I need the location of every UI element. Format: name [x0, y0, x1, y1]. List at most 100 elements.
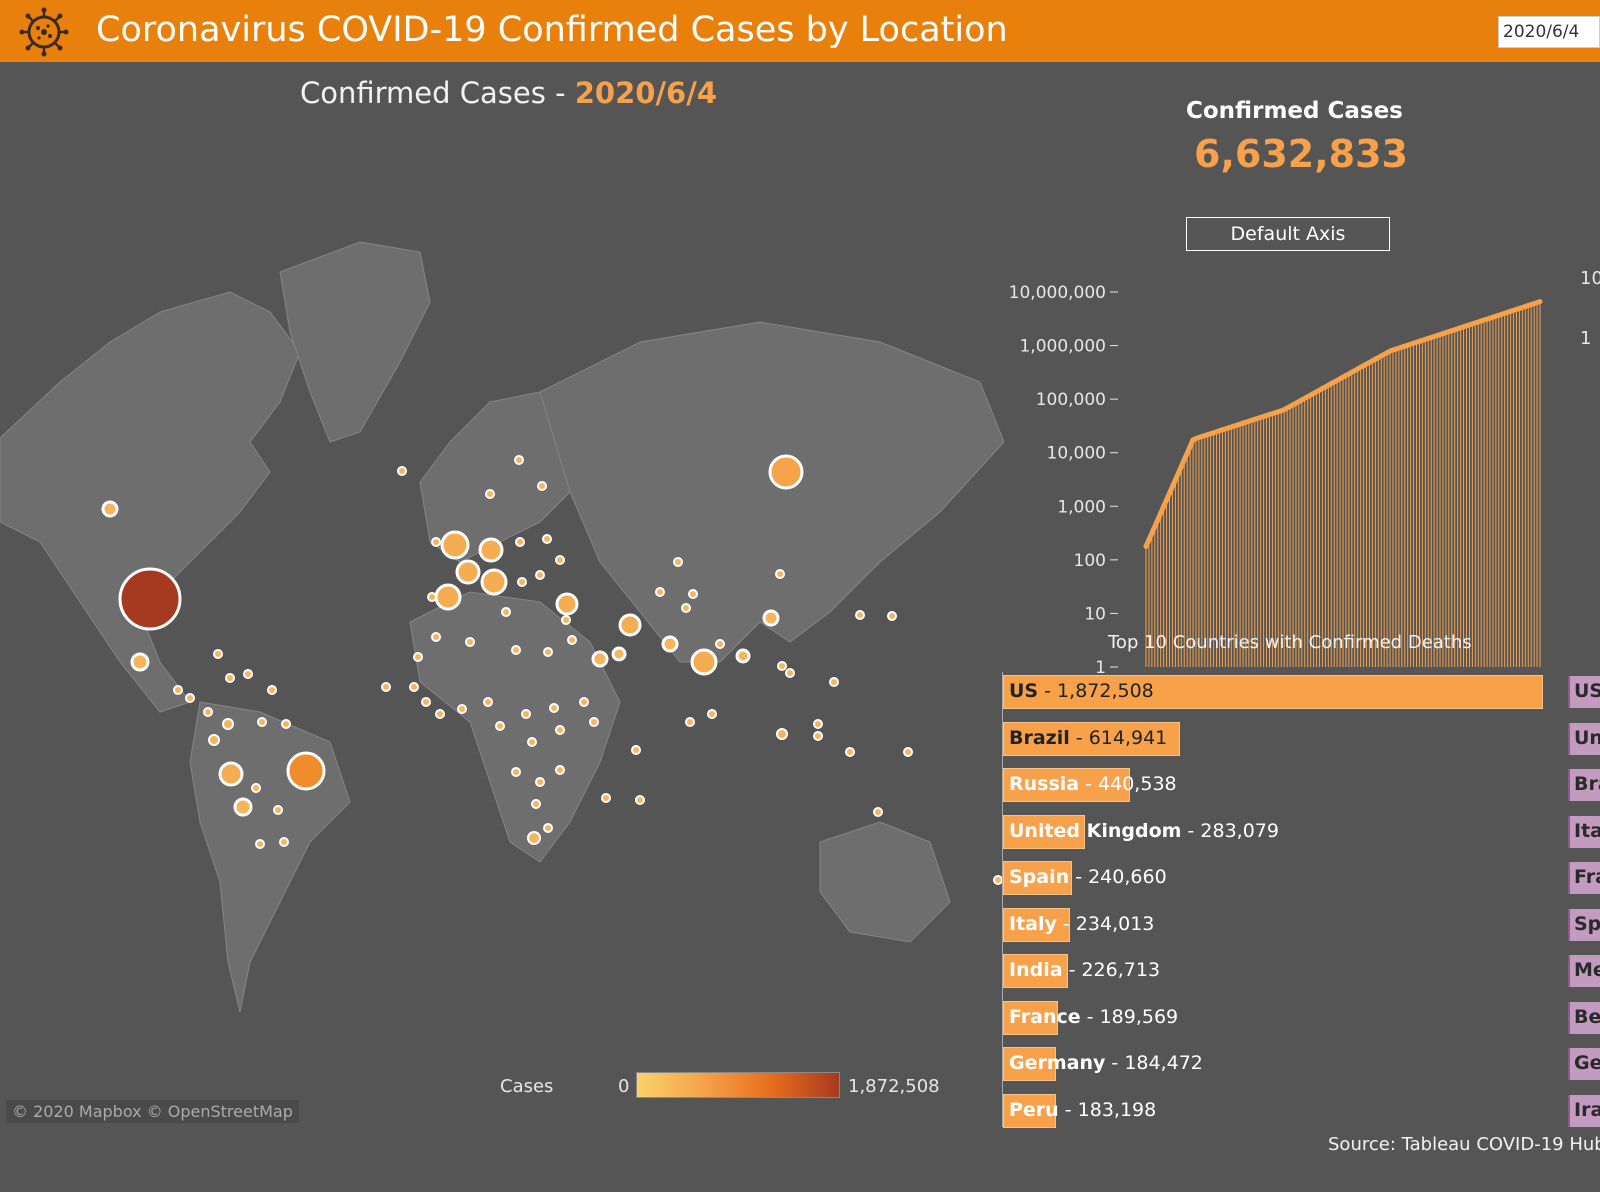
bar-label: Peru - 183,198: [1009, 1099, 1156, 1121]
bar-row[interactable]: India - 226,713: [1003, 954, 1563, 988]
bubble-peru: [218, 761, 244, 787]
bar-label: Italy - 234,013: [1009, 913, 1154, 935]
bar-country: Peru: [1009, 1098, 1059, 1121]
deaths-bar-label: Un: [1574, 726, 1600, 749]
bar-value: - 440,538: [1079, 773, 1177, 795]
app-title: Coronavirus COVID-19 Confirmed Cases by …: [96, 10, 1008, 50]
bar-row[interactable]: Spain - 240,660: [1003, 861, 1563, 895]
bar-row[interactable]: US - 1,872,508: [1003, 675, 1563, 709]
deaths-bar[interactable]: Be: [1568, 1001, 1600, 1034]
y-tick-label: 100,000: [1036, 390, 1106, 410]
bubble-iran: [618, 613, 642, 637]
header-bar: Coronavirus COVID-19 Confirmed Cases by …: [0, 0, 1600, 62]
map-attribution[interactable]: © 2020 Mapbox © OpenStreetMap: [6, 1100, 299, 1123]
curve-stems: [1145, 301, 1541, 667]
bar-row[interactable]: United Kingdom - 283,079: [1003, 814, 1563, 849]
side-tick-upper: 10: [1580, 268, 1600, 289]
deaths-bar[interactable]: Ita: [1568, 815, 1600, 848]
bar-country: France: [1009, 1005, 1081, 1028]
bubble-china: [762, 609, 780, 627]
north-america-landmass: [0, 291, 301, 713]
bubble-spain: [434, 583, 462, 611]
bar-row[interactable]: Russia - 440,538: [1003, 768, 1563, 802]
map-title: Confirmed Cases - 2020/6/4: [300, 76, 717, 110]
deaths-bar-label: Bra: [1574, 773, 1600, 795]
bar-country: India: [1009, 959, 1063, 981]
bar-value: - 240,660: [1069, 866, 1167, 888]
bar-country: Germany: [1009, 1052, 1106, 1074]
bar-value: - 183,198: [1058, 1098, 1157, 1121]
greenland-landmass: [279, 241, 431, 443]
bubble-france: [455, 559, 481, 585]
bar-label: India - 226,713: [1009, 959, 1160, 981]
bar-label: Spain - 240,660: [1009, 866, 1167, 888]
world-map[interactable]: [0, 142, 1004, 1022]
bar-value: - 226,713: [1062, 959, 1161, 981]
bar-row[interactable]: Brazil - 614,941: [1003, 721, 1563, 756]
bubble-canada: [101, 500, 119, 518]
bar-row[interactable]: France - 189,569: [1003, 1000, 1563, 1035]
bubble-germany: [478, 537, 504, 563]
bubble-qatar: [611, 646, 627, 662]
bar-value: - 234,013: [1056, 912, 1155, 935]
y-tick-label: 1,000: [1057, 497, 1106, 517]
bar-country: Russia: [1009, 773, 1080, 795]
top-countries-title: Top 10 Countries with Confirmed Deaths: [1108, 632, 1472, 653]
bar-label: Brazil - 614,941: [1009, 727, 1167, 749]
deaths-bar-label: Ge: [1574, 1052, 1600, 1074]
bubble-india: [690, 648, 718, 676]
bar-label: United Kingdom - 283,079: [1009, 820, 1279, 842]
y-tick-label: 10,000,000: [1009, 283, 1106, 303]
y-tick-label: 100: [1074, 551, 1106, 571]
deaths-bar[interactable]: Ira: [1568, 1094, 1600, 1127]
side-tick-lower: 1: [1580, 328, 1592, 349]
deaths-bar[interactable]: Un: [1568, 722, 1600, 755]
y-axis-ticks: 10,000,000 1,000,000 100,000 10,000 1,000 100…: [1009, 283, 1118, 678]
virus-icon: [19, 7, 69, 57]
legend-label: Cases: [500, 1076, 554, 1097]
bar-value: - 189,569: [1080, 1005, 1179, 1028]
bubble-brazil: [286, 751, 326, 791]
bar-label: Russia - 440,538: [1009, 773, 1177, 795]
bubble-pakistan: [661, 635, 679, 653]
deaths-bar[interactable]: Bra: [1568, 769, 1600, 801]
deaths-bar-label: Fra: [1574, 866, 1600, 888]
kpi-value: 6,632,833: [1194, 132, 1408, 176]
deaths-bar[interactable]: Fra: [1568, 862, 1600, 894]
bubble-russia: [768, 454, 804, 490]
bar-country: Spain: [1009, 866, 1070, 888]
legend-min: 0: [618, 1076, 630, 1097]
bar-value: - 184,472: [1105, 1052, 1203, 1074]
cumulative-cases-chart[interactable]: 10,000,000 1,000,000 100,000 10,000 1,000 100…: [1000, 202, 1560, 682]
deaths-bar-label: Be: [1574, 1005, 1600, 1028]
bubble-uk: [440, 530, 470, 560]
dashboard: Confirmed Cases - 2020/6/4 Cases 0 1,872…: [0, 62, 1600, 1192]
deaths-bar[interactable]: US: [1568, 676, 1600, 708]
y-tick-label: 1,000,000: [1019, 337, 1106, 357]
bubble-italy: [480, 568, 508, 596]
bubble-mexico: [130, 652, 150, 672]
date-filter-input[interactable]: [1498, 16, 1600, 48]
kpi-label: Confirmed Cases: [1186, 98, 1403, 124]
bar-value: - 283,079: [1181, 819, 1279, 842]
bar-country: Italy: [1009, 912, 1057, 935]
legend-max: 1,872,508: [848, 1076, 940, 1097]
deaths-bar[interactable]: Ge: [1568, 1048, 1600, 1080]
bar-row[interactable]: Germany - 184,472: [1003, 1047, 1563, 1081]
deaths-bar-label: Me: [1574, 959, 1600, 981]
bar-country: US: [1009, 680, 1039, 702]
deaths-bar[interactable]: Sp: [1568, 908, 1600, 941]
bar-label: Germany - 184,472: [1009, 1052, 1203, 1074]
source-note: Source: Tableau COVID-19 Hub: [1328, 1134, 1600, 1155]
map-title-prefix: Confirmed Cases -: [300, 76, 575, 110]
bar-row[interactable]: Italy - 234,013: [1003, 907, 1563, 942]
bubble-us: [118, 567, 182, 631]
bubble-saudi: [591, 650, 609, 668]
bar-country: United Kingdom: [1009, 819, 1182, 842]
deaths-bar-label: Sp: [1574, 912, 1600, 935]
deaths-column: US Un Bra Ita Fra Sp Me Be Ge Ira: [1568, 672, 1600, 1127]
deaths-bar[interactable]: Me: [1568, 955, 1600, 987]
bubble-bangladesh: [735, 648, 751, 664]
y-tick-label: 10: [1084, 604, 1106, 624]
bar-row[interactable]: Peru - 183,198: [1003, 1093, 1563, 1128]
